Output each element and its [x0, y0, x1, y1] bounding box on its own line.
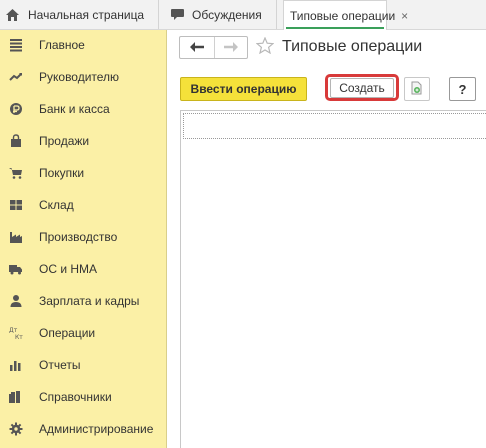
- tab-discussions[interactable]: Обсуждения: [159, 0, 277, 29]
- sidebar-item-label: Справочники: [39, 390, 112, 404]
- sidebar-item-fixed-assets[interactable]: ОС и НМА: [0, 257, 166, 281]
- truck-icon: [9, 262, 23, 276]
- tab-typical-operations[interactable]: Типовые операции ×: [283, 0, 408, 30]
- sidebar-item-operations[interactable]: Дт Кт Операции: [0, 321, 166, 345]
- sidebar-item-sales[interactable]: Продажи: [0, 129, 166, 153]
- coin-icon: [9, 102, 23, 116]
- warehouse-icon: [9, 198, 23, 212]
- sidebar-item-label: Руководителю: [39, 70, 120, 84]
- sidebar-item-bank[interactable]: Банк и касса: [0, 97, 166, 121]
- forward-button[interactable]: [214, 37, 248, 58]
- sidebar-item-label: Отчеты: [39, 358, 81, 372]
- person-icon: [9, 294, 23, 308]
- list-item[interactable]: [183, 113, 486, 139]
- sidebar-item-warehouse[interactable]: Склад: [0, 193, 166, 217]
- sidebar-item-label: Администрирование: [39, 422, 154, 436]
- tab-discussions-label: Обсуждения: [192, 7, 262, 22]
- document-green-icon: [411, 81, 423, 98]
- sidebar-item-label: Склад: [39, 198, 74, 212]
- sidebar-item-salary[interactable]: Зарплата и кадры: [0, 289, 166, 313]
- sidebar-item-label: Операции: [39, 326, 96, 340]
- svg-text:Дт: Дт: [9, 327, 18, 334]
- debit-credit-icon: Дт Кт: [9, 326, 23, 341]
- favorite-star-icon[interactable]: [255, 36, 275, 57]
- sidebar-item-label: Производство: [39, 230, 118, 244]
- bag-icon: [9, 134, 23, 148]
- sidebar-item-label: Продажи: [39, 134, 90, 148]
- factory-icon: [9, 230, 23, 244]
- help-button[interactable]: ?: [449, 77, 476, 101]
- sidebar-item-reports[interactable]: Отчеты: [0, 353, 166, 377]
- tab-typical-operations-label: Типовые операции: [290, 8, 396, 23]
- arrow-right-icon: [224, 41, 238, 55]
- sidebar-item-label: Зарплата и кадры: [39, 294, 140, 308]
- menu-icon: [9, 38, 23, 52]
- enter-operation-button[interactable]: Ввести операцию: [180, 77, 307, 101]
- sidebar-item-manager[interactable]: Руководителю: [0, 65, 166, 89]
- sidebar-item-label: Покупки: [39, 166, 85, 180]
- sidebar-item-label: Главное: [39, 38, 85, 52]
- operations-list[interactable]: [180, 110, 486, 448]
- cart-icon: [9, 166, 23, 180]
- active-tab-indicator: [286, 27, 384, 29]
- home-icon: [6, 8, 19, 21]
- sidebar-item-administration[interactable]: Администрирование: [0, 417, 166, 441]
- back-button[interactable]: [180, 37, 215, 58]
- create-button[interactable]: Создать: [330, 78, 394, 98]
- bar-chart-icon: [9, 358, 23, 372]
- copy-document-button[interactable]: [404, 77, 430, 101]
- history-nav: [179, 36, 248, 59]
- sidebar-item-production[interactable]: Производство: [0, 225, 166, 249]
- books-icon: [9, 390, 23, 404]
- arrow-left-icon: [190, 41, 204, 55]
- sidebar: Главное Руководителю Банк и касса Продаж…: [0, 30, 167, 448]
- gear-icon: [9, 422, 23, 436]
- chat-bubble-icon: [171, 8, 184, 21]
- sidebar-item-label: ОС и НМА: [39, 262, 98, 276]
- tab-bar: Начальная страница Обсуждения Типовые оп…: [0, 0, 486, 30]
- close-icon[interactable]: ×: [401, 9, 408, 23]
- tab-home-label: Начальная страница: [28, 7, 145, 22]
- sidebar-item-purchases[interactable]: Покупки: [0, 161, 166, 185]
- svg-text:Кт: Кт: [15, 334, 23, 340]
- trend-icon: [9, 70, 23, 84]
- sidebar-item-label: Банк и касса: [39, 102, 110, 116]
- tab-home[interactable]: Начальная страница: [0, 0, 159, 29]
- sidebar-item-directories[interactable]: Справочники: [0, 385, 166, 409]
- sidebar-item-main[interactable]: Главное: [0, 33, 166, 57]
- page-title: Типовые операции: [282, 38, 423, 55]
